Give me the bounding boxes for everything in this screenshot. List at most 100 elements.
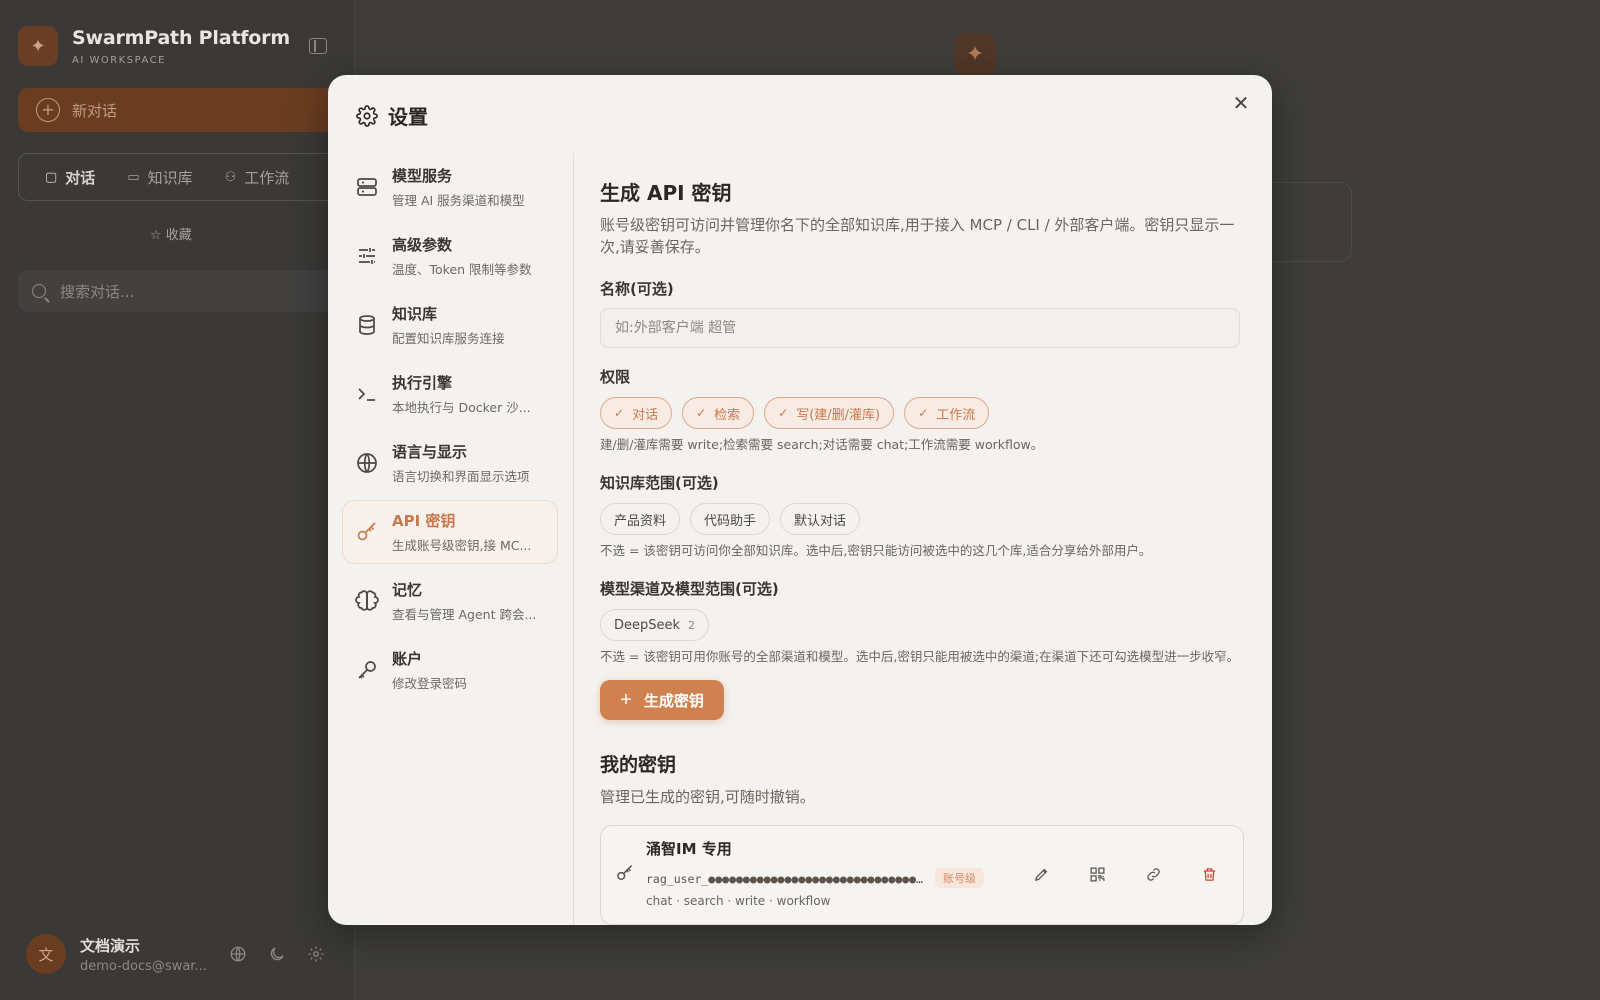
chip-label: 默认对话: [794, 513, 847, 529]
key-name-input[interactable]: [600, 308, 1240, 348]
search-placeholder: 搜索对话...: [60, 282, 135, 301]
tab-label: 工作流: [244, 168, 290, 187]
key-icon: [617, 864, 633, 880]
sparkle-icon: ✦: [954, 33, 996, 75]
user-name: 文档演示: [80, 936, 141, 955]
nav-desc: 配置知识库服务连接: [392, 331, 505, 346]
chip-label: DeepSeek: [614, 617, 681, 633]
chip-count: 2: [688, 618, 696, 632]
kb-scope-chips: 产品资料 代码助手 默认对话: [600, 503, 1250, 535]
api-key-panel: 生成 API 密钥 账号级密钥可访问并管理你名下的全部知识库,用于接入 MCP …: [600, 155, 1250, 925]
conversation-search[interactable]: 搜索对话...: [18, 270, 348, 312]
sliders-icon: [359, 248, 375, 264]
search-icon: [32, 284, 46, 298]
nav-desc: 管理 AI 服务渠道和模型: [392, 193, 525, 208]
chip-label: 工作流: [936, 407, 976, 423]
model-scope-label: 模型渠道及模型范围(可选): [600, 580, 779, 598]
section-description: 账号级密钥可访问并管理你名下的全部知识库,用于接入 MCP / CLI / 外部…: [600, 216, 1235, 256]
permission-chip-search[interactable]: ✓ 检索: [682, 397, 755, 429]
my-keys-title: 我的密钥: [600, 754, 677, 776]
section-title: 生成 API 密钥: [600, 181, 732, 205]
permission-chip-write[interactable]: ✓ 写(建/删/灌库): [764, 397, 895, 429]
permissions-label: 权限: [600, 368, 631, 386]
nav-item-execution-engine[interactable]: 执行引擎 本地执行与 Docker 沙...: [342, 362, 558, 426]
nav-item-model-service[interactable]: 模型服务 管理 AI 服务渠道和模型: [342, 155, 558, 219]
model-scope-hint: 不选 = 该密钥可用你账号的全部渠道和模型。选中后,密钥只能用被选中的渠道;在渠…: [600, 649, 1240, 664]
user-profile[interactable]: 文 文档演示 demo-docs@swar...: [26, 934, 215, 974]
gear-icon[interactable]: [306, 944, 326, 964]
chat-icon: ▢: [45, 169, 58, 185]
nav-label: 执行引擎: [392, 374, 453, 392]
workflow-icon: ⚇: [224, 169, 237, 185]
trash-icon[interactable]: [1199, 864, 1219, 884]
nav-item-api-keys[interactable]: API 密钥 生成账号级密钥,接 MC...: [342, 500, 558, 564]
nav-item-advanced-params[interactable]: 高级参数 温度、Token 限制等参数: [342, 224, 558, 288]
nav-item-language-display[interactable]: 语言与显示语言切换和界面显示选项: [342, 431, 558, 495]
sidebar: ✦ SwarmPath Platform AI WORKSPACE + 新对话 …: [0, 0, 355, 1000]
star-icon: ☆: [150, 228, 162, 243]
nav-label: 知识库: [392, 305, 438, 323]
tab-workflow[interactable]: ⚇ 工作流: [225, 167, 290, 188]
chip-label: 代码助手: [704, 513, 757, 529]
nav-label: 高级参数: [392, 236, 453, 254]
tab-knowledge[interactable]: ▭ 知识库: [127, 167, 192, 188]
nav-item-knowledge-base[interactable]: 知识库配置知识库服务连接: [342, 293, 558, 357]
close-icon[interactable]: ✕: [1230, 91, 1252, 115]
moon-icon[interactable]: [267, 944, 287, 964]
kb-chip[interactable]: 代码助手: [690, 503, 771, 535]
brain-icon: [355, 590, 379, 611]
sidebar-collapse-icon[interactable]: [309, 38, 327, 54]
globe-icon: [357, 453, 377, 473]
nav-desc: 语言切换和界面显示选项: [392, 469, 530, 484]
nav-label: 语言与显示: [392, 443, 468, 461]
settings-modal: 设置 ✕ 模型服务 管理 AI 服务渠道和模型 高级参数 温度、Token 限制等参…: [328, 75, 1272, 925]
tab-chat[interactable]: ▢ 对话: [45, 167, 95, 188]
key-scopes: chat · search · write · workflow: [646, 894, 831, 908]
new-chat-button[interactable]: + 新对话: [18, 88, 348, 132]
sparkle-logo-icon: ✦: [18, 26, 58, 66]
chip-label: 检索: [714, 407, 741, 423]
my-keys-description: 管理已生成的密钥,可随时撤销。: [600, 788, 815, 806]
nav-item-memory[interactable]: 记忆查看与管理 Agent 跨会...: [342, 569, 558, 633]
favorites-toggle[interactable]: ☆ 收藏: [150, 224, 192, 243]
kb-scope-label: 知识库范围(可选): [600, 474, 719, 492]
tab-label: 知识库: [147, 168, 193, 187]
globe-icon[interactable]: [228, 944, 248, 964]
chip-label: 产品资料: [614, 513, 667, 529]
permission-chip-chat[interactable]: ✓ 对话: [600, 397, 673, 429]
key-name: 涌智IM 专用: [646, 840, 732, 858]
nav-label: 记忆: [392, 581, 423, 599]
avatar: 文: [26, 934, 66, 974]
model-channel-chip[interactable]: DeepSeek 2: [600, 609, 710, 641]
key-icon: [357, 522, 376, 541]
generate-key-button[interactable]: + 生成密钥: [600, 680, 724, 720]
modal-title: 设置: [388, 105, 428, 129]
kb-chip[interactable]: 产品资料: [600, 503, 681, 535]
new-chat-label: 新对话: [72, 101, 118, 120]
name-label: 名称(可选): [600, 280, 674, 298]
wrench-key-icon: [358, 661, 376, 679]
database-icon: [359, 315, 375, 335]
qr-code-icon[interactable]: [1087, 864, 1107, 884]
server-icon: [357, 178, 377, 196]
kb-scope-hint: 不选 = 该密钥可访问你全部知识库。选中后,密钥只能访问被选中的这几个库,适合分…: [600, 543, 1152, 558]
nav-item-account[interactable]: 账户 修改登录密码: [342, 638, 558, 702]
settings-nav: 模型服务 管理 AI 服务渠道和模型 高级参数 温度、Token 限制等参数 知识库…: [342, 155, 558, 707]
permissions-hint: 建/删/灌库需要 write;检索需要 search;对话需要 chat;工作流…: [600, 437, 1044, 452]
brand-title: SwarmPath Platform: [72, 26, 290, 49]
key-token: rag_user_●●●●●●●●●●●●●●●●●●●●●●●●●●●●●●●…: [646, 872, 924, 886]
key-level-badge: 账号级: [935, 868, 984, 888]
kb-chip[interactable]: 默认对话: [780, 503, 861, 535]
check-icon: ✓: [918, 406, 929, 420]
link-icon[interactable]: [1143, 864, 1163, 884]
permission-chip-workflow[interactable]: ✓ 工作流: [904, 397, 990, 429]
chip-label: 写(建/删/灌库): [796, 407, 881, 423]
sidebar-tabs: ▢ 对话 ▭ 知识库 ⚇ 工作流: [18, 153, 348, 201]
user-actions: [228, 944, 345, 964]
nav-desc: 查看与管理 Agent 跨会...: [392, 607, 537, 622]
edit-pencil-icon[interactable]: [1031, 864, 1051, 884]
user-email: demo-docs@swar...: [80, 958, 207, 974]
model-channel-chips: DeepSeek 2: [600, 609, 1250, 641]
chip-label: 对话: [632, 407, 659, 423]
nav-label: 账户: [392, 650, 423, 668]
